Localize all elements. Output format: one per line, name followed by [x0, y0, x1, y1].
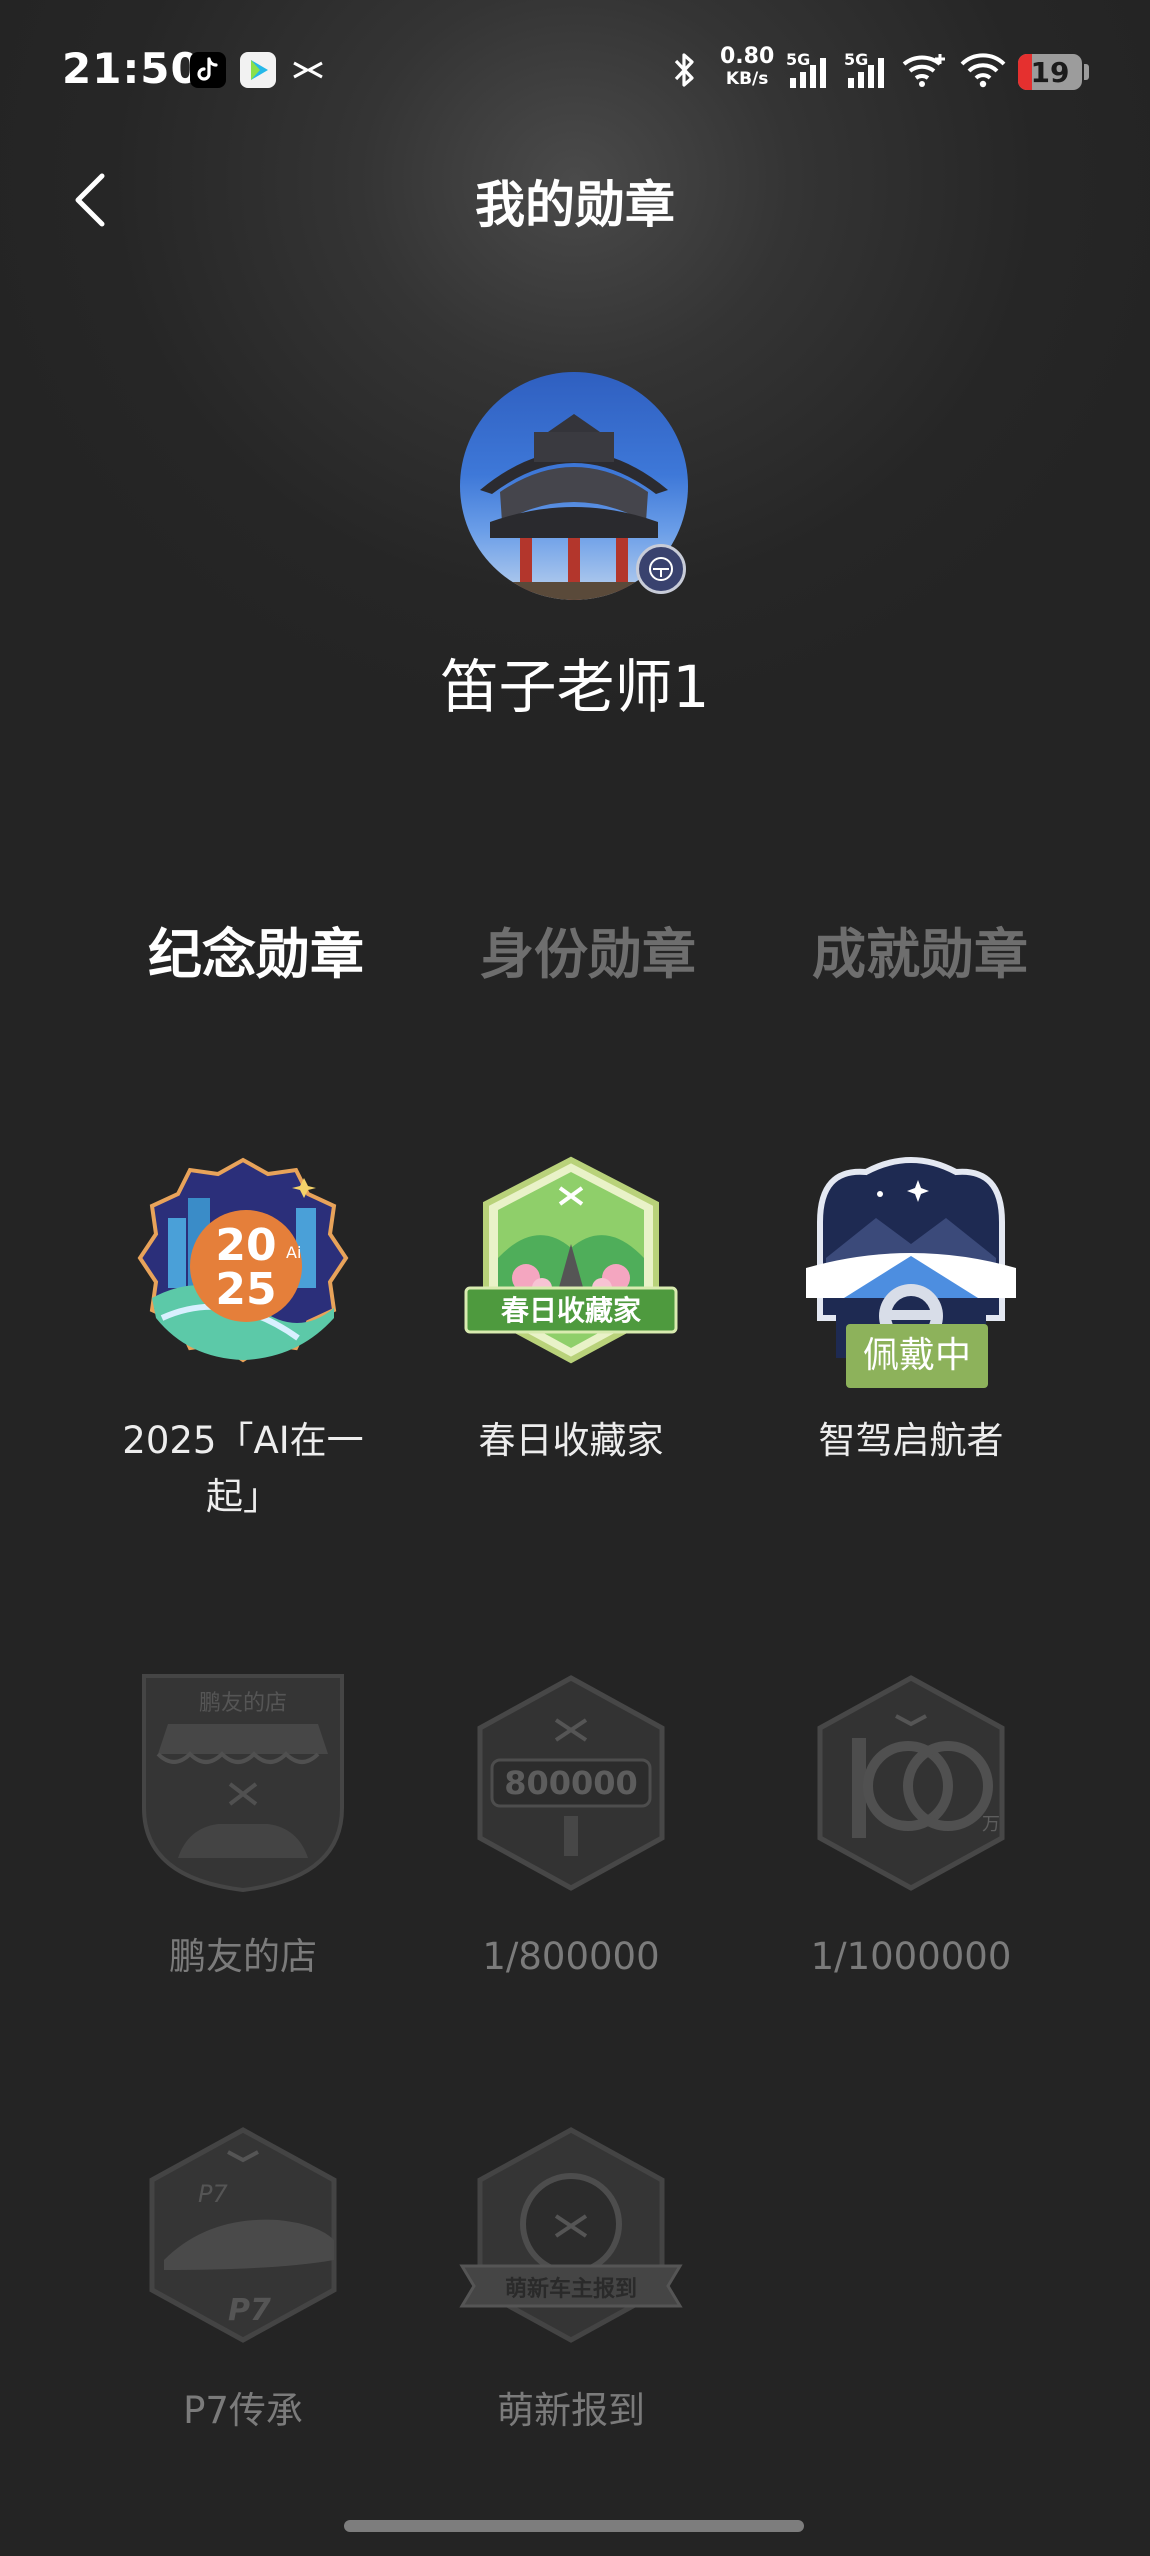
badge-label-peng-store: 鹏友的店	[169, 1935, 317, 1978]
badge-label-1000000: 1/1000000	[810, 1935, 1012, 1978]
badge-label-2025-ai: 2025「AI在一 起」	[122, 1419, 364, 1518]
wifi-icon	[958, 50, 1008, 94]
svg-text:Ai: Ai	[286, 1243, 301, 1262]
xpeng-icon	[290, 52, 326, 88]
badge-800000[interactable]: 800000	[456, 1668, 686, 1898]
wearing-tag: 佩戴中	[846, 1324, 988, 1388]
tab-commemorative[interactable]: 纪念勋章	[148, 910, 364, 989]
hotspot-wifi-icon	[900, 50, 948, 94]
badge-1000000[interactable]: 万	[796, 1668, 1026, 1898]
badge-2025-art: 20 25 Ai	[137, 1157, 349, 1363]
svg-text:鹏友的店: 鹏友的店	[199, 1691, 287, 1716]
status-bar: 21:50 0.80 KB/s 5G 5G 19	[0, 0, 1150, 140]
svg-text:萌新车主报到: 萌新车主报到	[505, 2276, 637, 2302]
badge-label-smart-driving: 智驾启航者	[818, 1419, 1004, 1462]
home-indicator[interactable]	[344, 2520, 804, 2532]
badge-label-newbie: 萌新报到	[497, 2389, 645, 2432]
badge-p7-art: P7 P7	[149, 2127, 337, 2343]
username: 笛子老师1	[440, 653, 710, 721]
battery-level: 19	[1030, 56, 1070, 89]
speed-value: 0.80	[720, 44, 775, 69]
video-app-icon	[240, 52, 276, 88]
badge-peng-store[interactable]: 鹏友的店	[128, 1668, 358, 1898]
speed-unit: KB/s	[725, 69, 769, 89]
svg-text:万: 万	[982, 1814, 1000, 1835]
avatar-badge-icon	[636, 544, 686, 594]
signal-icon: 5G	[786, 50, 832, 90]
signal-icon-2: 5G	[844, 50, 890, 90]
badge-spring-collector[interactable]: 春日收藏家	[456, 1148, 686, 1378]
svg-text:800000: 800000	[504, 1764, 638, 1802]
badge-label-spring: 春日收藏家	[478, 1419, 664, 1462]
badge-newbie-art: 萌新车主报到	[459, 2127, 683, 2343]
badge-p7-legacy[interactable]: P7 P7	[128, 2120, 358, 2350]
badge-label-p7: P7传承	[183, 2389, 303, 2432]
battery-icon: 19	[1018, 54, 1082, 90]
tab-achievement[interactable]: 成就勋章	[812, 910, 1028, 989]
status-time: 21:50	[62, 44, 201, 93]
svg-text:25: 25	[215, 1264, 276, 1315]
badge-2025-ai[interactable]: 20 25 Ai	[128, 1148, 358, 1378]
tiktok-icon	[190, 52, 226, 88]
badge-spring-art: 春日收藏家	[464, 1156, 678, 1364]
badge-newbie-checkin[interactable]: 萌新车主报到	[456, 2120, 686, 2350]
badge-800000-art: 800000	[477, 1675, 665, 1891]
page-title: 我的勋章	[475, 176, 675, 234]
battery-tip	[1084, 64, 1089, 80]
badge-smart-driving[interactable]: 佩戴中	[796, 1148, 1026, 1388]
network-speed: 0.80 KB/s	[720, 46, 774, 90]
tab-identity[interactable]: 身份勋章	[480, 910, 696, 989]
bluetooth-icon	[668, 50, 702, 94]
badge-label-800000: 1/800000	[482, 1935, 660, 1978]
badge-1000000-art: 万	[817, 1675, 1005, 1891]
badge-spring-art-text: 春日收藏家	[501, 1294, 641, 1327]
badge-peng-store-art: 鹏友的店	[142, 1674, 344, 1893]
svg-text:P7: P7	[228, 2293, 271, 2328]
svg-text:P7: P7	[198, 2180, 228, 2208]
